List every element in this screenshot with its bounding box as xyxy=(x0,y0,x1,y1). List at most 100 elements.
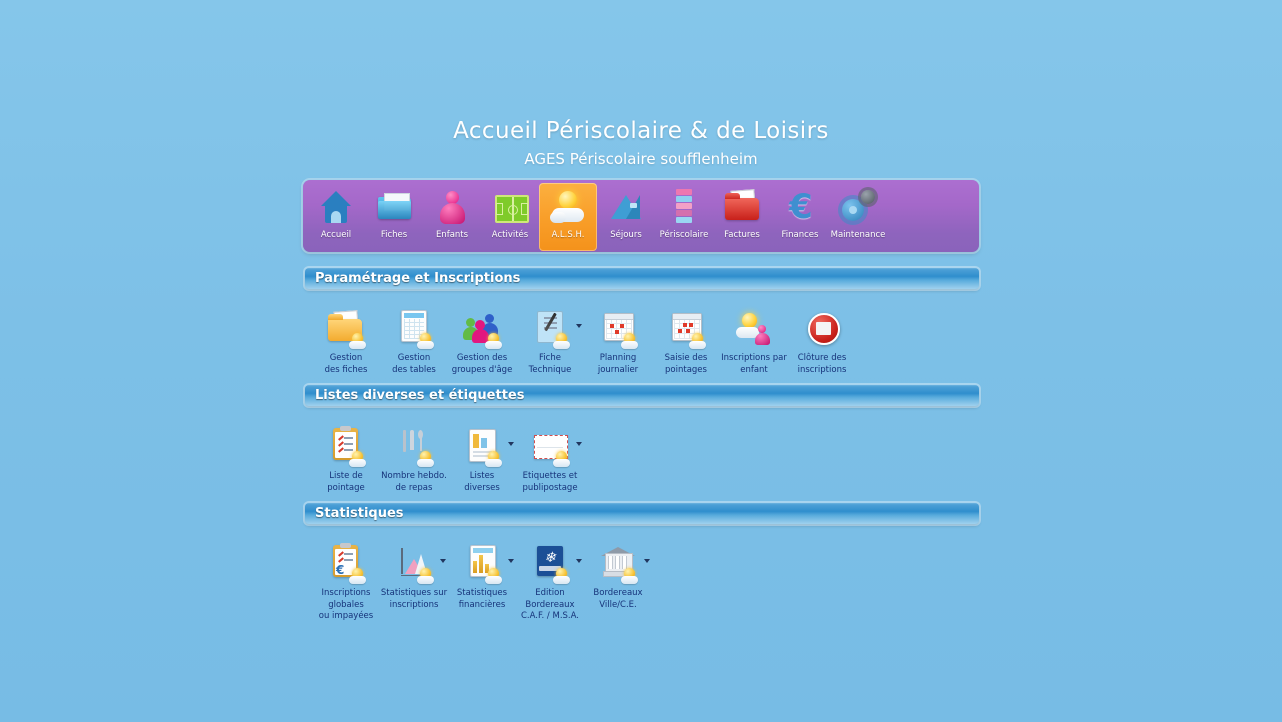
tent-icon xyxy=(606,187,646,227)
menu-item-inscriptions-globales-ou-impay-es[interactable]: € Inscriptions globales ou impayées xyxy=(312,543,380,623)
chevron-down-icon[interactable] xyxy=(576,559,582,563)
menu-item-statistiques-financi-res[interactable]: Statistiques financières xyxy=(448,543,516,611)
section-2-icon-row: Liste de pointage Nombre hebdo. de repas L… xyxy=(312,426,584,494)
menu-item-label: Liste de pointage xyxy=(327,471,365,493)
menu-item-nombre-hebdo-de-repas[interactable]: Nombre hebdo. de repas xyxy=(380,426,448,494)
menu-item-gestion-des-fiches[interactable]: Gestion des fiches xyxy=(312,308,380,376)
page-title: Accueil Périscolaire & de Loisirs xyxy=(453,118,829,144)
menu-item-etiquettes-et-publipostage[interactable]: Etiquettes et publipostage xyxy=(516,426,584,494)
menu-item-gestion-des-tables[interactable]: Gestion des tables xyxy=(380,308,448,376)
menu-item-listes-diverses[interactable]: Listes diverses xyxy=(448,426,516,494)
stop-icon xyxy=(801,308,843,350)
clipboard-icon xyxy=(325,426,367,468)
toolbar-item-a-l-s-h[interactable]: A.L.S.H. xyxy=(539,183,597,251)
toolbar-item-label: Séjours xyxy=(610,230,642,240)
menu-item-planning-journalier[interactable]: Planning journalier xyxy=(584,308,652,376)
sun-child-icon xyxy=(733,308,775,350)
caf-logo-icon: ❄ xyxy=(529,543,571,585)
section-title: Listes diverses et étiquettes xyxy=(315,388,525,403)
toolbar-item-label: Maintenance xyxy=(830,230,886,240)
chevron-down-icon[interactable] xyxy=(644,559,650,563)
menu-item-label: Statistiques financières xyxy=(456,588,508,610)
sun-cloud-badge-icon xyxy=(484,451,502,467)
toolbar-item-label: Fiches xyxy=(380,230,408,240)
menu-item-label: Gestion des fiches xyxy=(324,353,368,375)
tech-sheet-icon xyxy=(529,308,571,350)
menu-item-label: Nombre hebdo. de repas xyxy=(381,471,447,493)
sun-cloud-badge-icon xyxy=(348,568,366,584)
chevron-down-icon[interactable] xyxy=(440,559,446,563)
toolbar-item-label: Finances xyxy=(781,230,819,240)
section-header-1: Paramétrage et Inscriptions xyxy=(305,268,979,289)
toolbar-item-label: Enfants xyxy=(435,230,469,240)
menu-item-label: Bordereaux Ville/C.E. xyxy=(593,588,643,610)
menu-item-inscriptions-par-enfant[interactable]: Inscriptions par enfant xyxy=(720,308,788,376)
menu-item-label: Inscriptions par enfant xyxy=(721,353,787,375)
menu-item-liste-de-pointage[interactable]: Liste de pointage xyxy=(312,426,380,494)
toolbar-item-activit-s[interactable]: Activités xyxy=(481,183,539,251)
section-3-icon-row: € Inscriptions globales ou impayées Statis… xyxy=(312,543,652,623)
toolbar-item-accueil[interactable]: Accueil xyxy=(307,183,365,251)
euro-icon: € xyxy=(789,187,813,227)
toolbar-item-label: Accueil xyxy=(320,230,352,240)
sun-cloud-icon xyxy=(548,187,588,227)
sun-cloud-badge-icon xyxy=(552,451,570,467)
cutlery-icon xyxy=(393,426,435,468)
menu-item-gestion-des-groupes-d-ge[interactable]: Gestion des groupes d'âge xyxy=(448,308,516,376)
chevron-down-icon[interactable] xyxy=(508,442,514,446)
page-subtitle: AGES Périscolaire soufflenheim xyxy=(524,150,758,168)
sun-cloud-badge-icon xyxy=(484,568,502,584)
menu-item-label: Statistiques sur inscriptions xyxy=(380,588,448,610)
menu-item-saisie-des-pointages[interactable]: Saisie des pointages xyxy=(652,308,720,376)
menu-item-label: Fiche Technique xyxy=(528,353,572,375)
menu-item-label: Listes diverses xyxy=(464,471,500,493)
blocks-icon xyxy=(664,187,704,227)
menu-item-fiche-technique[interactable]: Fiche Technique xyxy=(516,308,584,376)
sun-cloud-badge-icon xyxy=(552,333,570,349)
section-header-3: Statistiques xyxy=(305,503,979,524)
menu-item-bordereaux-ville-c-e[interactable]: Bordereaux Ville/C.E. xyxy=(584,543,652,611)
toolbar-item-finances[interactable]: € Finances xyxy=(771,183,829,251)
calendar-entry-icon xyxy=(665,308,707,350)
toolbar-item-label: Factures xyxy=(724,230,760,240)
toolbar-item-s-jours[interactable]: Séjours xyxy=(597,183,655,251)
envelope-icon xyxy=(529,426,571,468)
menu-item-cl-ture-des-inscriptions[interactable]: Clôture des inscriptions xyxy=(788,308,856,376)
menu-item-statistiques-sur-inscriptions[interactable]: Statistiques sur inscriptions xyxy=(380,543,448,611)
menu-item-label: Edition Bordereaux C.A.F. / M.S.A. xyxy=(521,588,579,621)
bar-chart-doc-icon xyxy=(461,543,503,585)
townhall-icon xyxy=(597,543,639,585)
main-toolbar: Accueil Fiches Enfants Activités A.L.S.H. Séj… xyxy=(303,180,979,252)
child-icon xyxy=(432,187,472,227)
application-window: Accueil Périscolaire & de Loisirs AGES P… xyxy=(0,0,1282,722)
menu-item-label: Clôture des inscriptions xyxy=(797,353,847,375)
chevron-down-icon[interactable] xyxy=(576,442,582,446)
section-title: Paramétrage et Inscriptions xyxy=(315,271,521,286)
sportsfield-icon xyxy=(490,187,530,227)
people-group-icon xyxy=(461,308,503,350)
toolbar-item-factures[interactable]: Factures xyxy=(713,183,771,251)
home-icon xyxy=(316,187,356,227)
menu-item-edition-bordereaux-c-a-f-m-s-a[interactable]: ❄ Edition Bordereaux C.A.F. / M.S.A. xyxy=(516,543,584,623)
sun-cloud-badge-icon xyxy=(416,568,434,584)
folder-doc-icon xyxy=(325,308,367,350)
toolbar-item-enfants[interactable]: Enfants xyxy=(423,183,481,251)
sun-cloud-badge-icon xyxy=(484,333,502,349)
toolbar-item-maintenance[interactable]: Maintenance xyxy=(829,183,887,251)
section-1-icon-row: Gestion des fiches Gestion des tables Gest… xyxy=(312,308,856,376)
sun-cloud-badge-icon xyxy=(348,451,366,467)
chevron-down-icon[interactable] xyxy=(576,324,582,328)
table-sheet-icon xyxy=(393,308,435,350)
menu-item-label: Planning journalier xyxy=(597,353,639,375)
toolbar-item-label: A.L.S.H. xyxy=(551,230,585,240)
menu-item-label: Saisie des pointages xyxy=(664,353,708,375)
menu-item-label: Gestion des tables xyxy=(392,353,436,375)
clipboard-euro-icon: € xyxy=(325,543,367,585)
toolbar-item-label: Activités xyxy=(491,230,529,240)
sun-cloud-badge-icon xyxy=(416,333,434,349)
chevron-down-icon[interactable] xyxy=(508,559,514,563)
folder-icon xyxy=(374,187,414,227)
section-header-2: Listes diverses et étiquettes xyxy=(305,385,979,406)
toolbar-item-p-riscolaire[interactable]: Périscolaire xyxy=(655,183,713,251)
toolbar-item-fiches[interactable]: Fiches xyxy=(365,183,423,251)
